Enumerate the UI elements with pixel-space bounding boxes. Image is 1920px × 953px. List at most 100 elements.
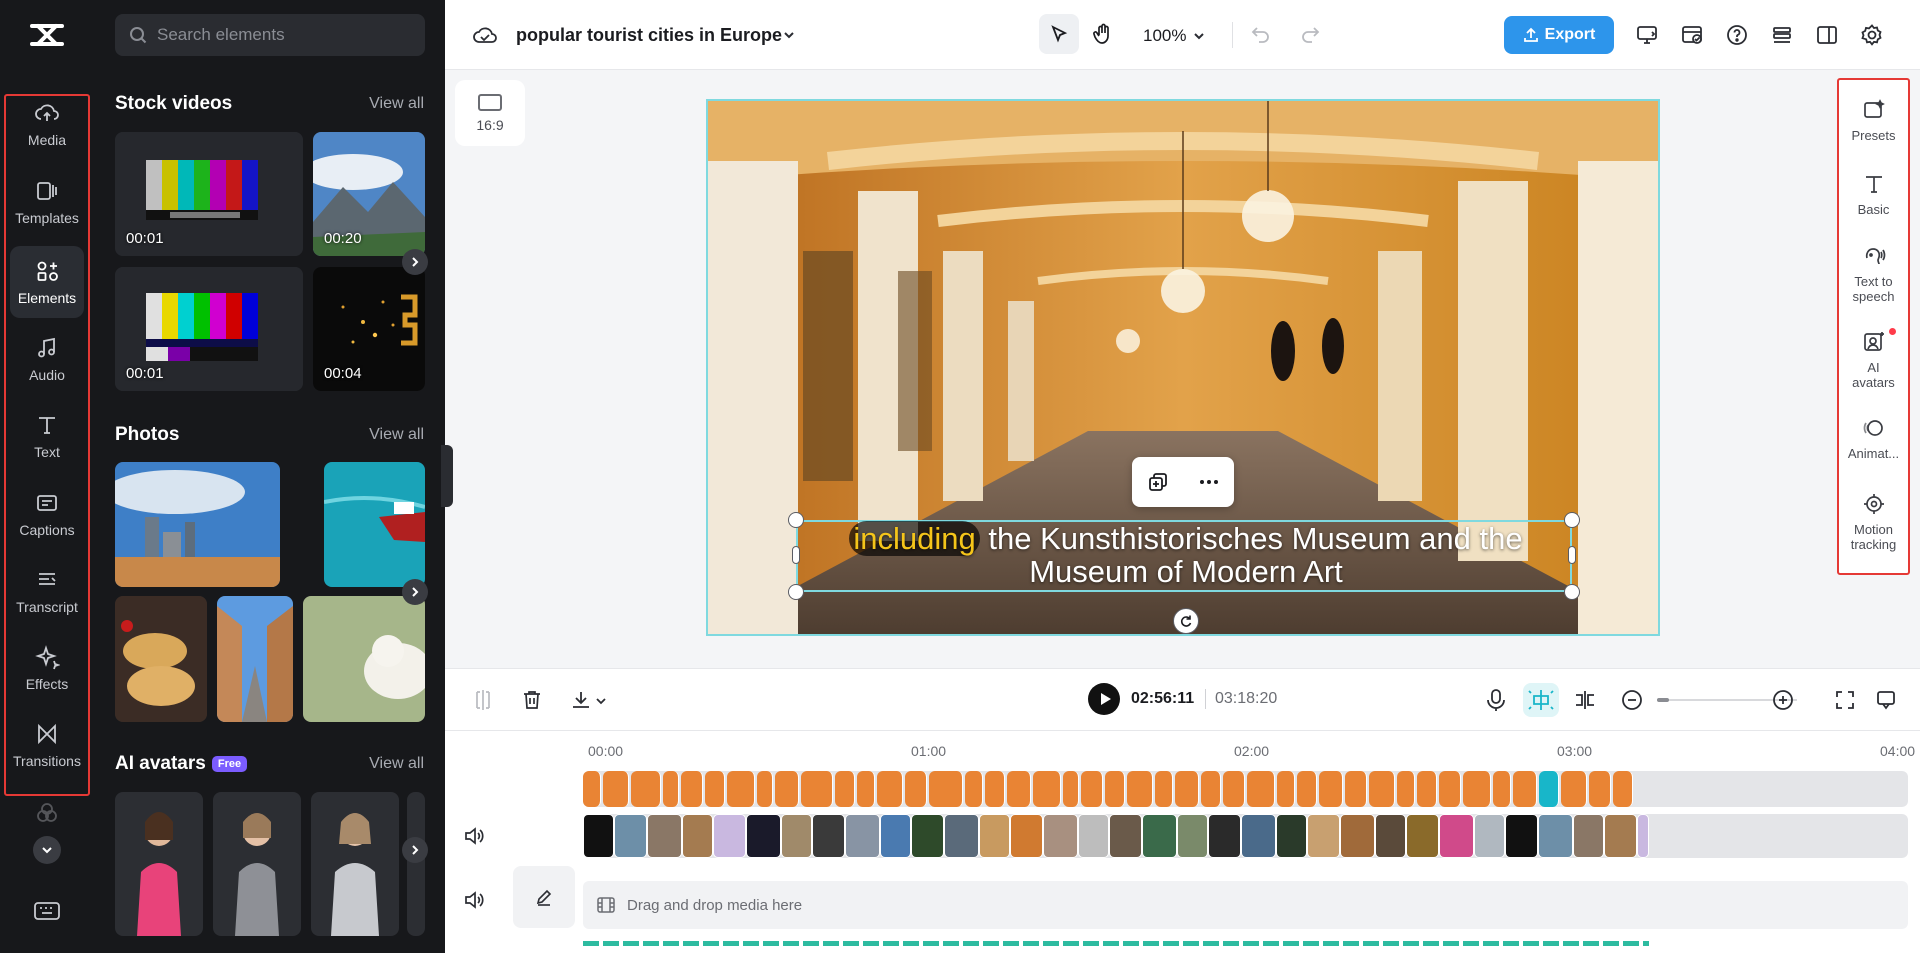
caption-clip[interactable] (1155, 771, 1173, 807)
caption-clip[interactable] (857, 771, 875, 807)
avatar-thumb[interactable] (311, 792, 399, 936)
caption-clip[interactable] (1513, 771, 1537, 807)
ai-avatars-view-all[interactable]: View all (369, 755, 424, 773)
caption-clip[interactable] (1589, 771, 1611, 807)
caption-selection-box[interactable]: including the Kunsthistorisches Museum a… (796, 520, 1572, 592)
prop-text-to-speech[interactable]: Text to speech (1839, 244, 1908, 304)
video-clip-thumb[interactable] (614, 814, 647, 858)
prop-motion-tracking[interactable]: Motion tracking (1839, 492, 1908, 552)
caption-text[interactable]: including the Kunsthistorisches Museum a… (798, 521, 1574, 588)
video-clip-thumb[interactable] (1340, 814, 1375, 858)
video-clip-thumb[interactable] (781, 814, 812, 858)
caption-clip[interactable] (1613, 771, 1633, 807)
avatar-thumb[interactable] (407, 792, 425, 936)
video-clip-thumb[interactable] (1307, 814, 1340, 858)
video-clip-thumb[interactable] (1505, 814, 1538, 858)
prop-basic[interactable]: Basic (1839, 172, 1908, 217)
chevron-down-icon[interactable] (595, 695, 607, 707)
caption-clip[interactable] (727, 771, 755, 807)
avatars-next-button[interactable] (402, 837, 428, 863)
caption-clip[interactable] (681, 771, 703, 807)
stock-video-thumb[interactable]: 00:01 (115, 267, 303, 391)
export-button[interactable]: Export (1504, 16, 1614, 54)
caption-clip[interactable] (1493, 771, 1511, 807)
video-clip-thumb[interactable] (682, 814, 713, 858)
photo-thumb-street[interactable] (217, 596, 293, 722)
undo-icon[interactable] (1251, 24, 1271, 44)
microphone-icon[interactable] (1485, 688, 1507, 712)
rail-more-button[interactable] (33, 836, 61, 864)
review-check-icon[interactable] (1680, 23, 1704, 47)
rail-item-media[interactable]: Media (10, 88, 84, 160)
photos-next-button[interactable] (402, 579, 428, 605)
video-clip-thumb[interactable] (1208, 814, 1241, 858)
photo-thumb-sea[interactable] (324, 462, 425, 587)
play-button[interactable] (1088, 683, 1120, 715)
caption-clip[interactable] (1561, 771, 1587, 807)
caption-clip[interactable] (1297, 771, 1317, 807)
caption-clip[interactable] (1033, 771, 1061, 807)
layout-panel-icon[interactable] (1815, 23, 1839, 47)
search-input[interactable]: Search elements (115, 14, 425, 56)
video-clip-thumb[interactable] (845, 814, 880, 858)
stock-videos-next-button[interactable] (402, 249, 428, 275)
caption-clip[interactable] (1277, 771, 1295, 807)
caption-clip[interactable] (757, 771, 773, 807)
fullscreen-icon[interactable] (1834, 689, 1856, 711)
caption-clip[interactable] (1105, 771, 1125, 807)
filters-icon[interactable] (34, 800, 60, 826)
download-icon[interactable] (570, 689, 592, 711)
video-clip-thumb[interactable] (1142, 814, 1177, 858)
zoom-in-icon[interactable] (1772, 689, 1794, 711)
track-volume-icon[interactable] (464, 827, 484, 845)
resize-handle-top-left[interactable] (788, 512, 804, 528)
video-clip-thumb[interactable] (1177, 814, 1208, 858)
caption-clip[interactable] (1463, 771, 1491, 807)
project-title[interactable]: popular tourist cities in Europe (516, 25, 782, 46)
keyboard-icon[interactable] (33, 900, 61, 922)
video-clip-thumb[interactable] (1538, 814, 1573, 858)
prop-animation[interactable]: Animat... (1839, 416, 1908, 461)
hand-tool-button[interactable] (1083, 14, 1123, 54)
caption-clip[interactable] (1417, 771, 1437, 807)
panel-collapse-handle[interactable] (441, 445, 453, 507)
photos-view-all[interactable]: View all (369, 426, 424, 444)
caption-clip[interactable] (1247, 771, 1275, 807)
resize-handle-left[interactable] (792, 546, 800, 564)
present-icon[interactable] (1635, 23, 1659, 47)
caption-clip[interactable] (965, 771, 983, 807)
video-clip-thumb[interactable] (1078, 814, 1109, 858)
video-clip-thumb[interactable] (1109, 814, 1142, 858)
stock-video-thumb[interactable]: 00:04 (313, 267, 425, 391)
zoom-level[interactable]: 100% (1143, 26, 1186, 46)
video-clip-thumb[interactable] (1474, 814, 1505, 858)
caption-clip[interactable] (1397, 771, 1415, 807)
video-preview[interactable]: including the Kunsthistorisches Museum a… (706, 99, 1660, 636)
caption-clip[interactable] (1063, 771, 1079, 807)
caption-clip[interactable] (663, 771, 679, 807)
caption-clip[interactable] (1223, 771, 1245, 807)
select-tool-button[interactable] (1039, 14, 1079, 54)
caption-clip[interactable] (1369, 771, 1395, 807)
caption-clip[interactable] (877, 771, 903, 807)
caption-clip[interactable] (1081, 771, 1103, 807)
caption-clip[interactable] (705, 771, 725, 807)
settings-gear-icon[interactable] (1860, 23, 1884, 47)
video-clip-thumb[interactable] (713, 814, 746, 858)
video-clip-thumb[interactable] (647, 814, 682, 858)
video-clip-thumb[interactable] (1241, 814, 1276, 858)
video-clip-thumb[interactable] (1043, 814, 1078, 858)
video-clip-thumb[interactable] (1010, 814, 1043, 858)
rail-item-templates[interactable]: Templates (10, 166, 84, 238)
layers-icon[interactable] (1770, 23, 1794, 47)
caption-clip[interactable] (905, 771, 927, 807)
prop-ai-avatars[interactable]: AI avatars (1839, 328, 1908, 390)
video-clip-thumb[interactable] (1573, 814, 1604, 858)
rail-item-transitions[interactable]: Transitions (10, 709, 84, 781)
delete-trash-icon[interactable] (521, 689, 543, 711)
stock-video-thumb[interactable]: 00:20 (313, 132, 425, 256)
rail-item-effects[interactable]: Effects (10, 632, 84, 704)
video-clip-thumb[interactable] (812, 814, 845, 858)
rail-item-audio[interactable]: Audio (10, 323, 84, 395)
photo-thumb-dog[interactable] (303, 596, 425, 722)
